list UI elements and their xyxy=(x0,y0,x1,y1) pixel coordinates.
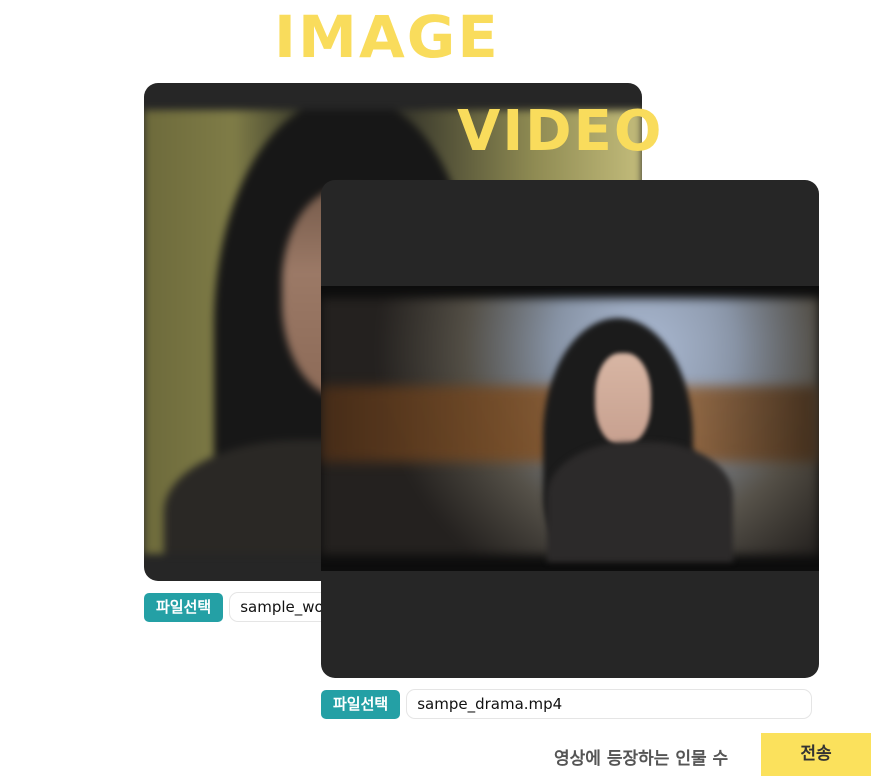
video-person-face xyxy=(595,353,651,445)
video-file-controls: 파일선택 sampe_drama.mp4 xyxy=(321,689,813,719)
video-file-name: sampe_drama.mp4 xyxy=(406,689,813,719)
video-preview-card xyxy=(321,180,819,678)
submit-button[interactable]: 전송 xyxy=(761,733,871,776)
person-count-label: 영상에 등장하는 인물 수 xyxy=(554,749,729,769)
video-heading: VIDEO xyxy=(457,99,664,164)
video-preview xyxy=(321,286,819,571)
video-person-body xyxy=(547,442,733,562)
image-file-select-button[interactable]: 파일선택 xyxy=(144,592,224,622)
video-file-select-button[interactable]: 파일선택 xyxy=(321,689,401,719)
image-heading: IMAGE xyxy=(274,3,500,71)
